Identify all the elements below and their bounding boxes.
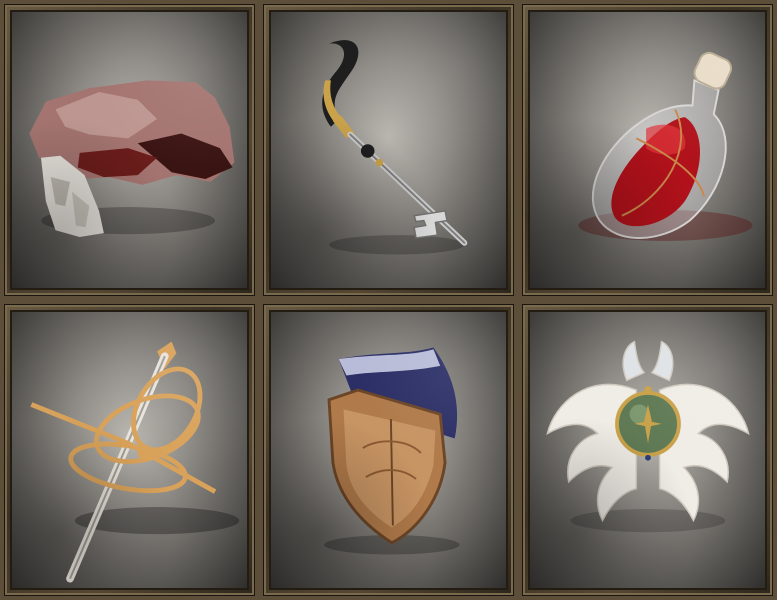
item-canvas [528,10,767,290]
item-slot-5[interactable] [259,300,518,600]
blood-bottle-icon [578,51,753,241]
winged-orb-icon [546,340,750,533]
item-slot-3[interactable] [518,0,777,300]
ornate-key-icon [322,40,468,255]
item-slot-1[interactable] [0,0,259,300]
item-canvas [528,310,767,590]
item-canvas [269,310,508,590]
item-slot-2[interactable] [259,0,518,300]
item-canvas [10,310,249,590]
item-canvas [10,10,249,290]
item-slot-4[interactable] [0,300,259,600]
cloth-covered-shield-icon [324,347,460,555]
item-grid [0,0,777,600]
item-canvas [269,10,508,290]
rapier-hilt-icon [30,341,240,583]
item-slot-6[interactable] [518,300,777,600]
torn-cloth-icon [29,80,235,238]
